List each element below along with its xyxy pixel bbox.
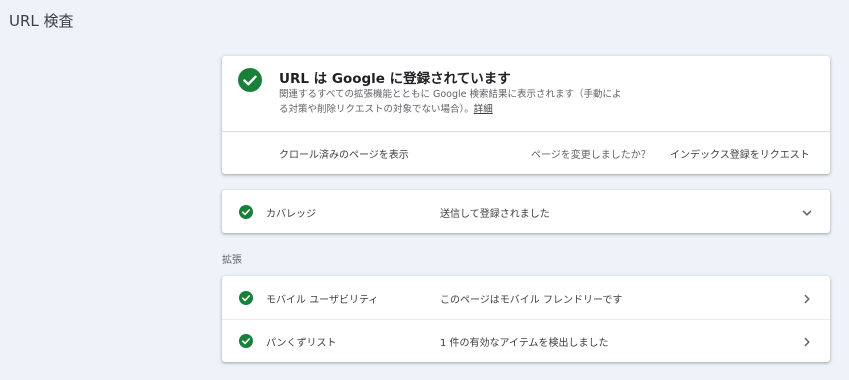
enhancement-label: パンくずリスト (266, 338, 337, 349)
chevron-right-icon[interactable] (800, 291, 814, 305)
chevron-down-icon[interactable] (800, 205, 814, 219)
enhancement-label: モバイル ユーザビリティ (266, 295, 379, 306)
status-description: 関連するすべての拡張機能とともに Google 検索結果に表示されます（手動によ… (279, 87, 819, 117)
coverage-row[interactable]: カバレッジ 送信して登録されました (222, 190, 830, 233)
page-title: URL 検査 (9, 12, 74, 30)
enhancements-card: モバイル ユーザビリティ このページはモバイル フレンドリーです パンくずリスト… (222, 276, 830, 362)
enhancements-section-label: 拡張 (222, 255, 242, 266)
request-indexing-button[interactable]: インデックス登録をリクエスト (670, 146, 810, 161)
coverage-card[interactable]: カバレッジ 送信して登録されました (222, 190, 830, 233)
enhancement-value: このページはモバイル フレンドリーです (440, 295, 623, 306)
enhancement-row-mobile-usability[interactable]: モバイル ユーザビリティ このページはモバイル フレンドリーです (222, 276, 830, 319)
coverage-value: 送信して登録されました (440, 209, 550, 220)
status-summary: URL は Google に登録されています 関連するすべての拡張機能とともに … (222, 56, 830, 131)
view-crawled-page-button[interactable]: クロール済みのページを表示 (279, 146, 409, 161)
status-description-line2-text: る対策や削除リクエストの対象でない場合）。 (279, 104, 474, 115)
status-description-line1: 関連するすべての拡張機能とともに Google 検索結果に表示されます（手動によ (279, 89, 622, 100)
check-circle-icon (239, 291, 253, 305)
page-changed-prompt: ページを変更しましたか？ (531, 150, 651, 161)
enhancement-value: 1 件の有効なアイテムを検出しました (440, 338, 609, 349)
details-link[interactable]: 詳細 (474, 104, 493, 115)
chevron-right-icon[interactable] (800, 334, 814, 348)
coverage-label: カバレッジ (266, 209, 316, 220)
status-description-line2: る対策や削除リクエストの対象でない場合）。詳細 (279, 102, 819, 117)
check-circle-icon (239, 205, 253, 219)
check-circle-icon (238, 68, 262, 92)
status-title: URL は Google に登録されています (279, 71, 511, 87)
status-actions: クロール済みのページを表示 ページを変更しましたか？ インデックス登録をリクエス… (222, 132, 830, 174)
enhancement-row-breadcrumbs[interactable]: パンくずリスト 1 件の有効なアイテムを検出しました (222, 319, 830, 362)
check-circle-icon (239, 334, 253, 348)
index-status-card: URL は Google に登録されています 関連するすべての拡張機能とともに … (222, 56, 830, 174)
